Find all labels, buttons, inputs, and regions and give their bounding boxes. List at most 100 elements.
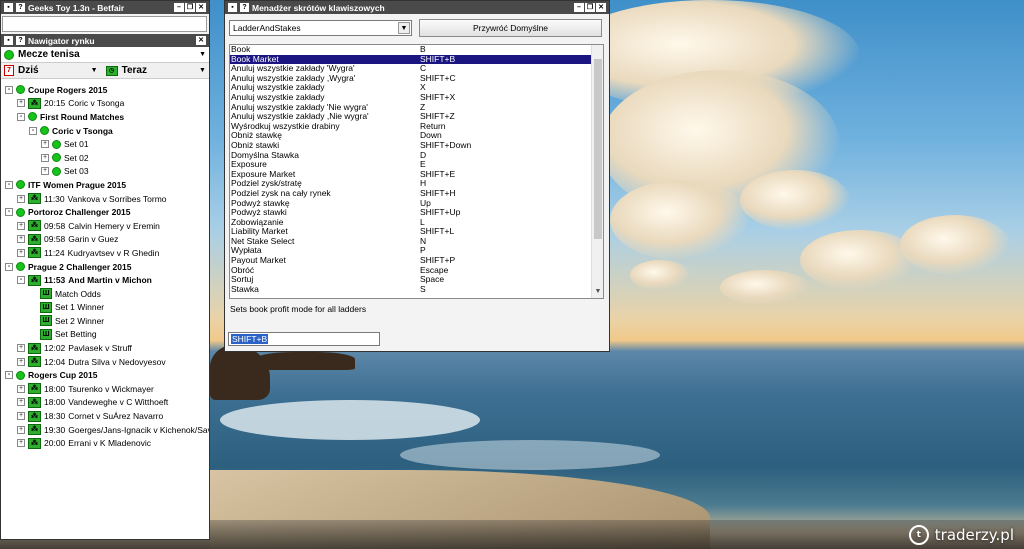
collapse-icon[interactable]: - — [5, 371, 13, 380]
expand-icon[interactable]: + — [17, 412, 25, 421]
collapse-icon[interactable]: - — [17, 112, 25, 121]
shortcut-row[interactable]: Anuluj wszystkie zakłady 'Nie wygra' Z — [230, 102, 592, 113]
tree-node[interactable]: Ш Set Betting — [1, 328, 209, 342]
tree-node[interactable]: - Rogers Cup 2015 — [1, 368, 209, 382]
calendar-icon[interactable]: 7 — [4, 65, 14, 76]
shortcut-row[interactable]: Book B — [230, 45, 592, 55]
tree-node[interactable]: - First Round Matches — [1, 110, 209, 124]
collapse-icon[interactable]: - — [17, 276, 25, 285]
tree-node[interactable]: + ⁂ 09:58 Garin v Guez — [1, 233, 209, 247]
tree-node[interactable]: + ⁂ 09:58 Calvin Hemery v Eremin — [1, 219, 209, 233]
help-icon[interactable]: ? — [16, 3, 25, 12]
dialog-titlebar[interactable]: ▪ ? Menadżer skrótów klawiszowych – ❐ ✕ — [225, 1, 609, 14]
restore-button[interactable]: ❐ — [185, 3, 195, 12]
shortcut-row[interactable]: Anuluj wszystkie zakłady ,Nie wygra' SHIF… — [230, 112, 592, 122]
collapse-icon[interactable]: - — [5, 208, 13, 217]
expand-icon[interactable]: + — [17, 425, 25, 434]
expand-icon[interactable]: + — [17, 248, 25, 257]
expand-icon[interactable]: + — [17, 194, 25, 203]
tree-node[interactable]: + ⁂ 11:30 Vankova v Sorribes Tormo — [1, 192, 209, 206]
close-button[interactable]: ✕ — [196, 3, 206, 12]
chevron-down-icon[interactable]: ▼ — [199, 51, 206, 58]
shortcut-list[interactable]: Book B Book Market SHIFT+B Anuluj wszystkie … — [229, 44, 604, 299]
dialog-close-button[interactable]: ✕ — [596, 3, 606, 12]
shortcut-row[interactable]: Liability Market SHIFT+L — [230, 227, 592, 237]
navigator-titlebar[interactable]: ▪ ? Nawigator rynku ✕ — [1, 34, 209, 47]
select-chevron-down-icon[interactable]: ▼ — [398, 22, 410, 34]
search-input[interactable] — [2, 16, 207, 32]
shortcut-row[interactable]: Anuluj wszystkie zakłady 'Wygra' C — [230, 64, 592, 74]
tree-node[interactable]: + ⁂ 11:24 Kudryavtsev v R Ghedin — [1, 246, 209, 260]
shortcut-key-input[interactable]: SHIFT+B — [228, 332, 380, 346]
shortcut-row[interactable]: Wypłata P — [230, 246, 592, 256]
app-menu-icon[interactable]: ▪ — [4, 3, 13, 12]
shortcut-row[interactable]: Podwyż stawki SHIFT+Up — [230, 207, 592, 218]
tree-node[interactable]: + ⁂ 18:00 Tsurenko v Wickmayer — [1, 382, 209, 396]
navigator-help-icon[interactable]: ? — [16, 36, 25, 45]
shortcut-row[interactable]: Anuluj wszystkie zakłady ,Wygra' SHIFT+C — [230, 73, 592, 84]
shortcut-row[interactable]: Exposure E — [230, 160, 592, 170]
tree-node[interactable]: Ш Set 1 Winner — [1, 301, 209, 315]
expand-icon[interactable]: + — [17, 344, 25, 353]
minimize-button[interactable]: – — [174, 3, 184, 12]
collapse-icon[interactable]: - — [5, 180, 13, 189]
tree-node[interactable]: + ⁂ 18:00 Vandeweghe v C Witthoeft — [1, 396, 209, 410]
navigator-close-button[interactable]: ✕ — [196, 36, 206, 45]
tree-node[interactable]: - ITF Women Prague 2015 — [1, 178, 209, 192]
dialog-help-icon[interactable]: ? — [240, 3, 249, 12]
shortcut-row[interactable]: Podwyż stawkę Up — [230, 198, 592, 209]
tree-node[interactable]: - Coric v Tsonga — [1, 124, 209, 138]
expand-icon[interactable]: + — [41, 153, 49, 162]
sport-selector[interactable]: Mecze tenisa ▼ — [1, 47, 209, 63]
tree-node[interactable]: + ⁂ 19:30 Goerges/Jans-Ignacik v Kichenok/S… — [1, 423, 209, 437]
tree-node[interactable]: Ш Match Odds — [1, 287, 209, 301]
tree-node[interactable]: + Set 03 — [1, 165, 209, 179]
clock-icon[interactable]: ◷ — [105, 65, 118, 76]
date-label[interactable]: Dziś — [18, 65, 39, 76]
scroll-down-icon[interactable]: ▼ — [592, 286, 603, 298]
expand-icon[interactable]: + — [41, 167, 49, 176]
scrollbar-thumb[interactable] — [594, 59, 602, 239]
expand-icon[interactable]: + — [17, 398, 25, 407]
tree-node[interactable]: - Coupe Rogers 2015 — [1, 83, 209, 97]
dialog-restore-button[interactable]: ❐ — [585, 3, 595, 12]
tree-node[interactable]: Ш Set 2 Winner — [1, 314, 209, 328]
collapse-icon[interactable]: - — [5, 85, 13, 94]
vertical-scrollbar[interactable]: ▼ — [591, 45, 603, 298]
shortcut-row[interactable]: Wyśrodkuj wszystkie drabiny Return — [230, 121, 592, 132]
tree-node[interactable]: + Set 02 — [1, 151, 209, 165]
expand-icon[interactable]: + — [41, 140, 49, 149]
time-label[interactable]: Teraz — [122, 65, 147, 76]
shortcut-row[interactable]: Podziel zysk/stratę H — [230, 179, 592, 189]
tree-node[interactable]: + ⁂ 12:04 Dutra Silva v Nedovyesov — [1, 355, 209, 369]
expand-icon[interactable]: + — [17, 99, 25, 108]
shortcut-row[interactable]: Obróć Escape — [230, 265, 592, 276]
tree-node[interactable]: + ⁂ 20:00 Errani v K Mladenovic — [1, 436, 209, 450]
shortcut-row[interactable]: Stawka S — [230, 284, 592, 295]
shortcut-row[interactable]: Obniż stawki SHIFT+Down — [230, 140, 592, 151]
shortcut-row[interactable]: Zobowiązanie L — [230, 217, 592, 228]
restore-defaults-button[interactable]: Przywróć Domyślne — [419, 19, 602, 37]
tree-node[interactable]: + ⁂ 12:02 Pavlasek v Struff — [1, 341, 209, 355]
shortcut-row[interactable]: Net Stake Select N — [230, 236, 592, 247]
shortcut-row[interactable]: Domyślna Stawka D — [230, 150, 592, 161]
profile-select[interactable]: LadderAndStakes ▼ — [229, 20, 412, 36]
time-chevron-down-icon[interactable]: ▼ — [199, 67, 206, 74]
dialog-minimize-button[interactable]: – — [574, 3, 584, 12]
collapse-icon[interactable]: - — [5, 262, 13, 271]
expand-icon[interactable]: + — [17, 357, 25, 366]
shortcut-row[interactable]: Anuluj wszystkie zakłady X — [230, 83, 592, 93]
tree-node[interactable]: + ⁂ 18:30 Cornet v SuÁrez Navarro — [1, 409, 209, 423]
expand-icon[interactable]: + — [17, 221, 25, 230]
app-titlebar[interactable]: ▪ ? Geeks Toy 1.3n - Betfair – ❐ ✕ — [1, 1, 209, 14]
dialog-menu-icon[interactable]: ▪ — [228, 3, 237, 12]
shortcut-row[interactable]: Podziel zysk na cały rynek SHIFT+H — [230, 188, 592, 199]
shortcut-row[interactable]: Obniż stawkę Down — [230, 131, 592, 141]
collapse-icon[interactable]: - — [29, 126, 37, 135]
tree-node[interactable]: - Portoroz Challenger 2015 — [1, 205, 209, 219]
shortcut-row[interactable]: Payout Market SHIFT+P — [230, 255, 592, 266]
shortcut-row[interactable]: Sortuj Space — [230, 275, 592, 285]
tree-node[interactable]: - Prague 2 Challenger 2015 — [1, 260, 209, 274]
expand-icon[interactable]: + — [17, 235, 25, 244]
expand-icon[interactable]: + — [17, 439, 25, 448]
